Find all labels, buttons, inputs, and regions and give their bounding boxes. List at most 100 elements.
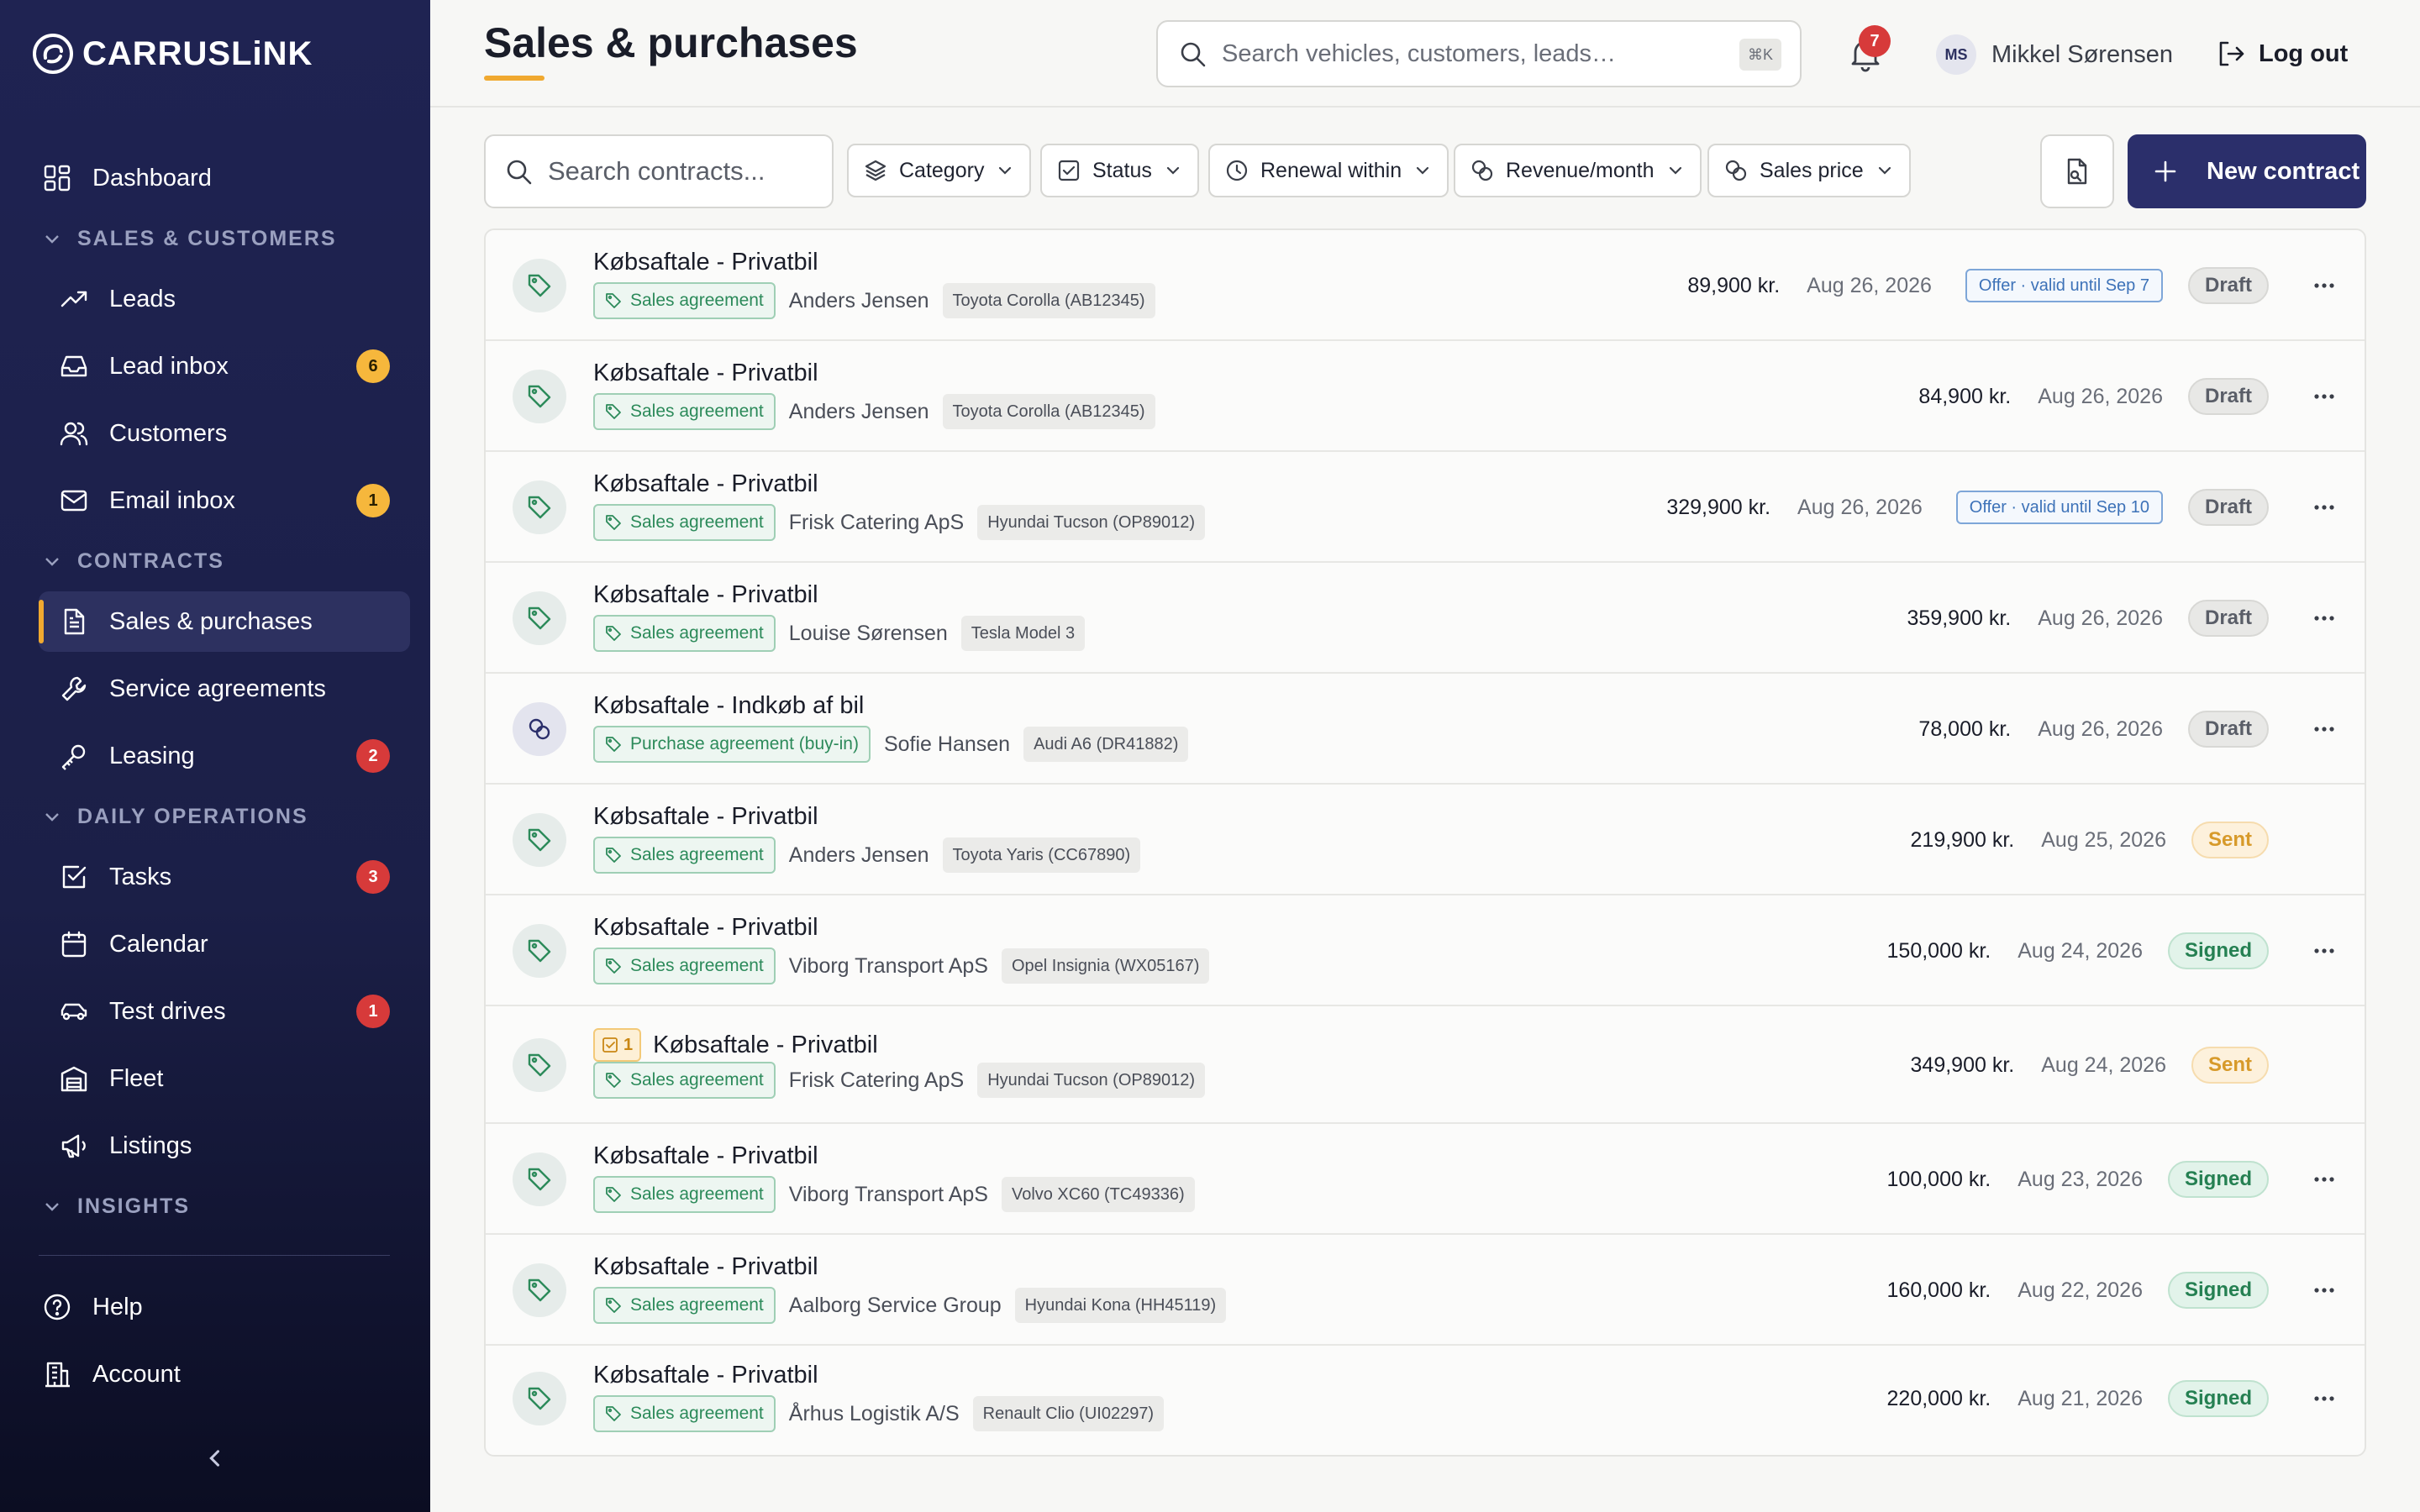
contract-title[interactable]: Købsaftale - Privatbil bbox=[593, 914, 818, 942]
table-row[interactable]: Købsaftale - Privatbil Sales agreement Lou… bbox=[486, 563, 2365, 674]
contract-title[interactable]: Købsaftale - Privatbil bbox=[593, 1142, 818, 1170]
section-daily-operations[interactable]: DAILY OPERATIONS bbox=[42, 801, 308, 832]
sidebar-item-customers[interactable]: Customers bbox=[39, 403, 410, 464]
row-actions-button[interactable] bbox=[2306, 489, 2343, 526]
contract-search[interactable] bbox=[484, 134, 834, 208]
sidebar-item-calendar[interactable]: Calendar bbox=[39, 914, 410, 974]
vehicle-tag[interactable]: Opel Insignia (WX05167) bbox=[1001, 948, 1210, 984]
revenue-filter[interactable]: Revenue/month bbox=[1454, 144, 1702, 197]
contract-title[interactable]: Købsaftale - Privatbil bbox=[593, 249, 818, 276]
table-row[interactable]: 1 Købsaftale - Privatbil Sales agreement Fr… bbox=[486, 1006, 2365, 1124]
sidebar-item-dashboard[interactable]: Dashboard bbox=[39, 148, 410, 208]
vehicle-tag[interactable]: Hyundai Kona (HH45119) bbox=[1014, 1288, 1227, 1323]
contract-title[interactable]: Købsaftale - Indkøb af bil bbox=[593, 692, 864, 720]
logout-button[interactable]: Log out bbox=[2217, 35, 2348, 72]
table-row[interactable]: Købsaftale - Privatbil Sales agreement And… bbox=[486, 230, 2365, 341]
status-filter[interactable]: Status bbox=[1040, 144, 1199, 197]
contract-search-input[interactable] bbox=[548, 156, 817, 186]
global-search-input[interactable] bbox=[1222, 39, 1709, 68]
vehicle-tag[interactable]: Audi A6 (DR41882) bbox=[1023, 727, 1189, 762]
table-row[interactable]: Købsaftale - Privatbil Sales agreement Vib… bbox=[486, 1124, 2365, 1235]
export-button[interactable] bbox=[2040, 134, 2114, 208]
sales-price-filter[interactable]: Sales price bbox=[1707, 144, 1911, 197]
agreement-type-label: Sales agreement bbox=[630, 623, 764, 643]
app-logo[interactable]: CARRUSLiNK bbox=[32, 32, 313, 76]
customer-name[interactable]: Anders Jensen bbox=[789, 400, 929, 424]
category-filter[interactable]: Category bbox=[847, 144, 1032, 197]
vehicle-tag[interactable]: Toyota Corolla (AB12345) bbox=[942, 394, 1155, 429]
vehicle-tag[interactable]: Volvo XC60 (TC49336) bbox=[1001, 1177, 1195, 1212]
price: 100,000 kr. bbox=[1886, 1167, 1991, 1191]
customer-name[interactable]: Århus Logistik A/S bbox=[789, 1402, 960, 1426]
sidebar-item-leasing[interactable]: Leasing 2 bbox=[39, 726, 410, 786]
table-row[interactable]: Købsaftale - Privatbil Sales agreement Vib… bbox=[486, 895, 2365, 1006]
customer-name[interactable]: Louise Sørensen bbox=[789, 622, 948, 646]
sidebar-item-listings[interactable]: Listings bbox=[39, 1116, 410, 1176]
table-row[interactable]: Købsaftale - Privatbil Sales agreement Aal… bbox=[486, 1235, 2365, 1346]
customer-name[interactable]: Frisk Catering ApS bbox=[789, 511, 964, 535]
sidebar-item-help[interactable]: Help bbox=[39, 1277, 410, 1337]
sidebar-item-tasks[interactable]: Tasks 3 bbox=[39, 847, 410, 907]
vehicle-tag[interactable]: Hyundai Tucson (OP89012) bbox=[977, 505, 1205, 540]
row-actions-button[interactable] bbox=[2306, 1161, 2343, 1198]
table-row[interactable]: Købsaftale - Privatbil Sales agreement And… bbox=[486, 785, 2365, 895]
table-row[interactable]: Købsaftale - Privatbil Sales agreement And… bbox=[486, 341, 2365, 452]
vehicle-tag[interactable]: Toyota Yaris (CC67890) bbox=[942, 837, 1141, 873]
row-actions-button[interactable] bbox=[2306, 378, 2343, 415]
contract-title[interactable]: Købsaftale - Privatbil bbox=[593, 803, 818, 831]
sidebar-item-service-agreements[interactable]: Service agreements bbox=[39, 659, 410, 719]
vehicle-tag[interactable]: Tesla Model 3 bbox=[960, 616, 1086, 651]
customer-name[interactable]: Anders Jensen bbox=[789, 843, 929, 868]
customer-name[interactable]: Aalborg Service Group bbox=[789, 1294, 1002, 1318]
sale-icon bbox=[513, 1038, 566, 1092]
user-menu[interactable]: MS Mikkel Sørensen bbox=[1936, 34, 2173, 76]
vehicle-tag[interactable]: Hyundai Tucson (OP89012) bbox=[977, 1063, 1205, 1098]
sidebar-item-test-drives[interactable]: Test drives 1 bbox=[39, 981, 410, 1042]
sidebar-item-account[interactable]: Account bbox=[39, 1344, 410, 1404]
contract-title[interactable]: Købsaftale - Privatbil bbox=[593, 470, 818, 498]
row-actions-button[interactable] bbox=[2306, 1272, 2343, 1309]
table-row[interactable]: Købsaftale - Privatbil Sales agreement Årh… bbox=[486, 1346, 2365, 1452]
table-row[interactable]: Købsaftale - Indkøb af bil Purchase agree… bbox=[486, 674, 2365, 785]
status-badge: Signed bbox=[2167, 932, 2269, 969]
row-actions-button[interactable] bbox=[2306, 600, 2343, 637]
sidebar-item-label: Service agreements bbox=[109, 675, 326, 702]
contract-title[interactable]: 1 Købsaftale - Privatbil bbox=[593, 1028, 878, 1062]
row-actions-button[interactable] bbox=[2306, 1380, 2343, 1417]
sidebar-item-leads[interactable]: Leads bbox=[39, 269, 410, 329]
row-actions-button[interactable] bbox=[2306, 711, 2343, 748]
row-actions-button[interactable] bbox=[2306, 267, 2343, 304]
vehicle-tag[interactable]: Renault Clio (UI02297) bbox=[972, 1396, 1165, 1431]
contract-title[interactable]: Købsaftale - Privatbil bbox=[593, 581, 818, 609]
section-contracts[interactable]: CONTRACTS bbox=[42, 546, 224, 576]
sidebar-item-sales-purchases[interactable]: Sales & purchases bbox=[39, 591, 410, 652]
table-row[interactable]: Købsaftale - Privatbil Sales agreement Fri… bbox=[486, 452, 2365, 563]
customer-name[interactable]: Viborg Transport ApS bbox=[789, 954, 988, 979]
status-badge: Draft bbox=[2187, 378, 2269, 415]
renewal-filter[interactable]: Renewal within bbox=[1208, 144, 1449, 197]
sidebar-item-email-inbox[interactable]: Email inbox 1 bbox=[39, 470, 410, 531]
sidebar-item-fleet[interactable]: Fleet bbox=[39, 1048, 410, 1109]
sidebar-item-lead-inbox[interactable]: Lead inbox 6 bbox=[39, 336, 410, 396]
filter-label: Renewal within bbox=[1260, 158, 1402, 182]
vehicle-tag[interactable]: Toyota Corolla (AB12345) bbox=[942, 283, 1155, 318]
global-search[interactable]: ⌘K bbox=[1156, 20, 1802, 87]
section-sales-customers[interactable]: SALES & CUSTOMERS bbox=[42, 223, 337, 254]
contract-title[interactable]: Købsaftale - Privatbil bbox=[593, 1362, 818, 1389]
section-insights[interactable]: INSIGHTS bbox=[42, 1191, 190, 1221]
task-count-chip[interactable]: 1 bbox=[593, 1028, 642, 1062]
file-text-icon bbox=[59, 606, 89, 637]
collapse-sidebar-button[interactable] bbox=[198, 1441, 232, 1475]
sidebar-item-label: Email inbox bbox=[109, 486, 235, 514]
contract-title[interactable]: Købsaftale - Privatbil bbox=[593, 1253, 818, 1281]
row-actions-button[interactable] bbox=[2306, 932, 2343, 969]
customer-name[interactable]: Viborg Transport ApS bbox=[789, 1183, 988, 1207]
customer-name[interactable]: Anders Jensen bbox=[789, 289, 929, 313]
customer-name[interactable]: Frisk Catering ApS bbox=[789, 1068, 964, 1093]
customer-name[interactable]: Sofie Hansen bbox=[884, 732, 1010, 757]
filter-label: Status bbox=[1092, 158, 1152, 182]
new-contract-button[interactable]: New contract bbox=[2128, 134, 2366, 208]
contract-title[interactable]: Købsaftale - Privatbil bbox=[593, 360, 818, 387]
date: Aug 26, 2026 bbox=[2038, 606, 2163, 630]
chevron-down-icon bbox=[45, 235, 59, 244]
